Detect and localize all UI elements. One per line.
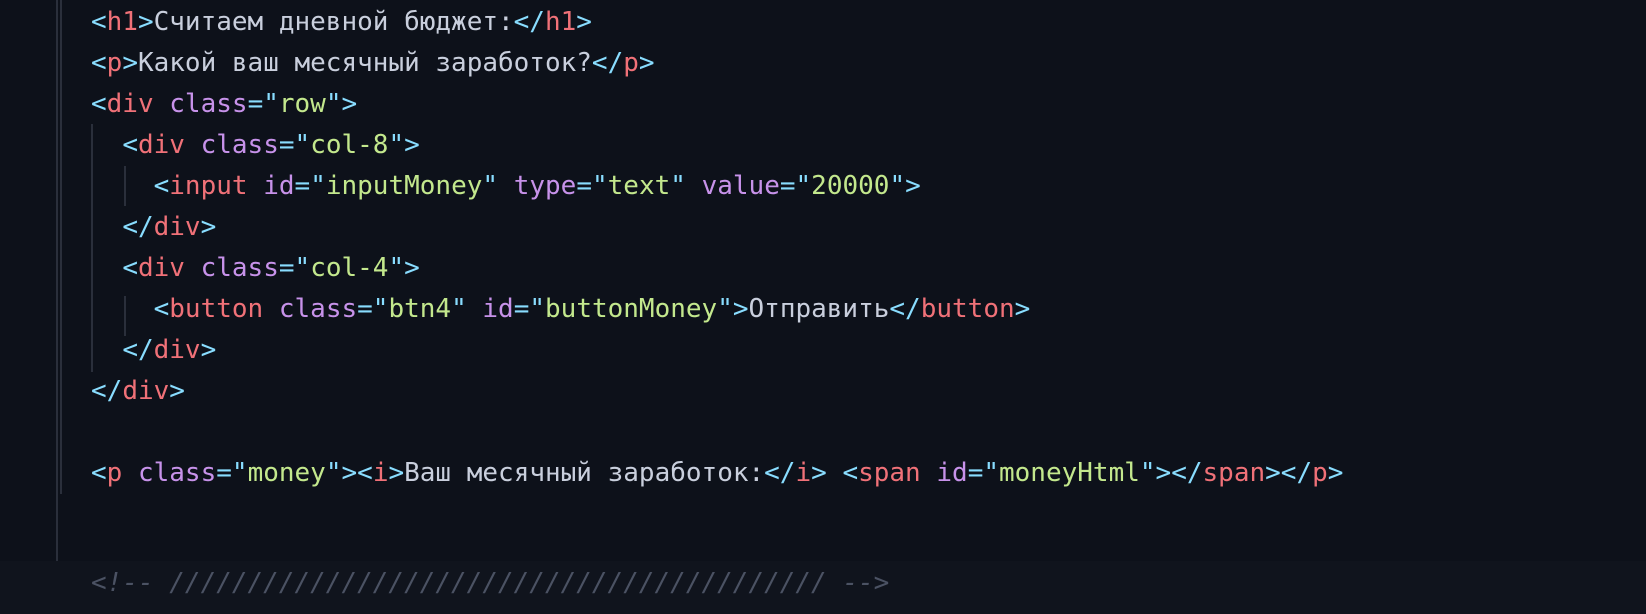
code-line[interactable]: </div> (91, 207, 216, 247)
code-line[interactable]: <h1>Считаем дневной бюджет:</h1> (91, 2, 592, 42)
tag-name: p (623, 48, 639, 78)
tag-name: button (920, 294, 1015, 324)
attr-name: class (200, 253, 279, 283)
tag-name: h1 (544, 7, 577, 37)
attr-name: value (701, 171, 780, 201)
indent-guide (60, 0, 62, 494)
tag-name: h1 (106, 7, 138, 37)
attr-value: moneyHtml (999, 458, 1140, 488)
code-line[interactable]: </div> (91, 371, 185, 411)
attr-name: class (278, 294, 358, 324)
tag-name: input (169, 171, 248, 201)
text-content: Какой ваш месячный заработок? (137, 48, 592, 78)
code-line[interactable]: <div class="row"> (91, 84, 357, 124)
text-content: Ваш месячный заработок: (404, 458, 765, 488)
code-line[interactable]: </div> (91, 330, 216, 370)
attr-name: class (137, 458, 217, 488)
tag-name: div (153, 335, 201, 365)
code-line[interactable]: <div class="col-8"> (91, 125, 419, 165)
text-content: Отправить (748, 294, 890, 324)
attr-name: class (169, 89, 248, 119)
tag-name: button (169, 294, 264, 324)
tag-name: div (137, 130, 185, 160)
attr-value: btn4 (388, 294, 452, 324)
attr-value: inputMoney (325, 171, 483, 201)
attr-name: id (936, 458, 968, 488)
attr-value: buttonMoney (545, 294, 718, 324)
attr-name: type (513, 171, 577, 201)
code-line[interactable]: <p class="money"><i>Ваш месячный заработ… (91, 453, 1343, 493)
attr-name: class (200, 130, 279, 160)
tag-name: div (137, 253, 185, 283)
tag-name: p (1312, 458, 1328, 488)
tag-name: div (153, 212, 201, 242)
code-line[interactable]: <!-- ///////////////////////////////////… (91, 563, 889, 603)
attr-name: id (263, 171, 295, 201)
gutter-guide (56, 0, 58, 614)
tag-name: span (1202, 458, 1266, 488)
tag-name: i (372, 458, 389, 488)
attr-value: money (247, 458, 326, 488)
tag-name: div (106, 89, 154, 119)
code-line[interactable]: <div class="col-4"> (91, 248, 419, 288)
comment: <!-- ///////////////////////////////////… (91, 568, 890, 598)
attr-value: col-4 (310, 253, 389, 283)
attr-value: text (607, 171, 671, 201)
attr-name: id (482, 294, 514, 324)
tag-name: div (122, 376, 170, 406)
text-content: Считаем дневной бюджет: (153, 7, 514, 37)
code-line[interactable]: <p>Какой ваш месячный заработок?</p> (91, 43, 655, 83)
code-line[interactable]: <button class="btn4" id="buttonMoney">От… (91, 289, 1031, 329)
tag-name: span (858, 458, 921, 488)
code-editor[interactable]: <h1>Считаем дневной бюджет:</h1> <p>Како… (0, 0, 1646, 614)
code-line[interactable]: <input id="inputMoney" type="text" value… (91, 166, 921, 206)
tag-name: i (795, 458, 812, 488)
tag-name: p (106, 458, 123, 488)
attr-value: 20000 (811, 171, 890, 201)
attr-value: col-8 (310, 130, 389, 160)
tag-name: p (106, 48, 123, 78)
attr-value: row (278, 89, 326, 119)
